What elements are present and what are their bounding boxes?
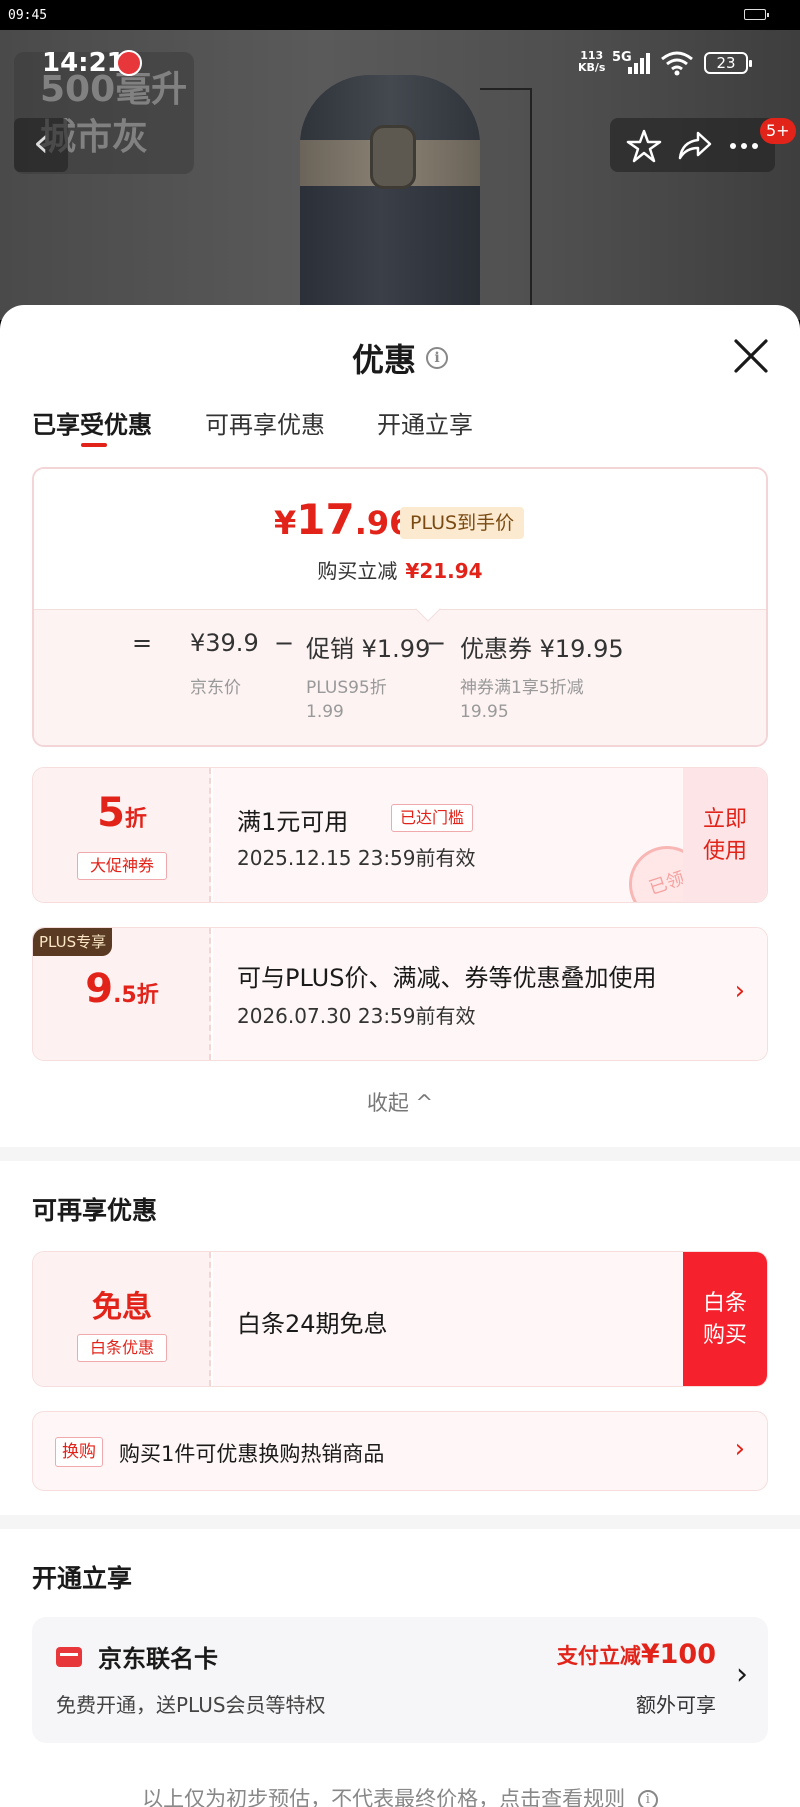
star-icon[interactable]: [624, 126, 664, 166]
back-button[interactable]: ‹: [14, 118, 68, 172]
tab-active-indicator: [81, 443, 107, 447]
cobrand-card-row[interactable]: 京东联名卡 免费开通，送PLUS会员等特权 支付立减¥100 额外可享 ›: [32, 1617, 768, 1743]
baitiao-card[interactable]: 免息 白条优惠 白条24期免息 白条 购买: [32, 1251, 768, 1387]
card-promo: 支付立减¥100: [557, 1639, 716, 1670]
sheet-title: 优惠 i: [0, 335, 800, 381]
price-summary-card: ¥17.96 PLUS到手价 购买立减 ¥21.94 = ¥39.9 京东价 − …: [32, 467, 768, 747]
reduce-label: 购买立减: [317, 559, 398, 583]
discount-sheet: 优惠 i 已享受优惠 可再享优惠 开通立享 ¥17.96 PLUS到手价 购买立减…: [0, 305, 800, 1807]
plus-discount-unit: .5折: [113, 983, 159, 1008]
tab-enjoyed[interactable]: 已享受优惠: [32, 405, 152, 440]
product-action-bar: [610, 118, 775, 172]
plus-coupon-title: 可与PLUS价、满减、券等优惠叠加使用: [237, 964, 657, 992]
section-divider: [0, 1515, 800, 1529]
minus-sign-1: −: [274, 629, 295, 657]
net-speed: 113 KB/s: [578, 50, 605, 74]
coupon-right: [213, 928, 767, 1060]
section-title-more: 可再享优惠: [32, 1196, 158, 1225]
chevron-right-icon: ›: [734, 976, 745, 1006]
baitiao-main: 免息: [92, 1290, 152, 1325]
coupon-discount-value: 5: [97, 790, 125, 836]
exchange-text: 购买1件可优惠换购热销商品: [119, 1442, 385, 1466]
plus-discount: 9.5折: [33, 966, 211, 1012]
list-price-label: 京东价: [190, 678, 241, 698]
footer-note-text: 以上仅为初步预估，不代表最终价格，点击查看规则: [142, 1787, 626, 1807]
plus-price-tag: PLUS到手价: [400, 507, 525, 539]
share-icon[interactable]: [674, 126, 714, 166]
more-icon[interactable]: [724, 126, 764, 166]
sheet-title-text: 优惠: [351, 341, 416, 379]
wifi-icon: [661, 51, 693, 76]
chevron-right-icon: ›: [734, 1434, 745, 1464]
exchange-tag: 换购: [55, 1437, 103, 1467]
equals-sign: =: [132, 629, 153, 657]
coupon-label-value: 19.95: [460, 702, 509, 722]
minus-sign-2: −: [426, 629, 447, 657]
status-time: 14:21: [42, 48, 125, 78]
info-icon[interactable]: i: [426, 347, 448, 369]
outer-time: 09:45: [8, 8, 48, 23]
card-promo-amount: ¥100: [640, 1639, 716, 1670]
chevron-right-icon: ›: [736, 1657, 748, 1692]
buy-reduce: 购买立减 ¥21.94: [34, 555, 766, 584]
plus-coupon-card[interactable]: PLUS专享 9.5折 可与PLUS价、满减、券等优惠叠加使用 2026.07.…: [32, 927, 768, 1061]
promo-price: 促销 ¥1.99: [306, 635, 431, 663]
tab-more-available[interactable]: 可再享优惠: [205, 405, 325, 440]
info-icon[interactable]: i: [637, 1790, 658, 1807]
baitiao-buy-line1: 白条: [702, 1291, 747, 1316]
dimension-line: [480, 88, 532, 308]
final-price: ¥17.96: [274, 495, 411, 544]
price-integer: 17: [296, 495, 355, 544]
baitiao-buy-line2: 购买: [702, 1323, 747, 1348]
baitiao-title: 白条24期免息: [237, 1310, 388, 1338]
list-price: ¥39.9: [190, 629, 259, 657]
promo-label-value: 1.99: [306, 702, 344, 722]
card-description: 免费开通，送PLUS会员等特权: [56, 1693, 326, 1717]
coupon-type-tag: 大促神券: [77, 852, 167, 880]
card-name: 京东联名卡: [98, 1645, 218, 1673]
coupon-validity: 2025.12.15 23:59前有效: [237, 846, 476, 870]
plus-coupon-validity: 2026.07.30 23:59前有效: [237, 1004, 476, 1028]
card-extra: 额外可享: [636, 1693, 716, 1717]
currency-symbol: ¥: [274, 504, 297, 542]
collapse-button[interactable]: 收起 ^: [0, 1087, 800, 1117]
use-now-line1: 立即: [702, 807, 747, 832]
close-icon[interactable]: [730, 335, 772, 377]
tab-activate[interactable]: 开通立享: [377, 405, 473, 440]
battery-level: 23: [716, 54, 736, 72]
summary-top: ¥17.96 PLUS到手价 购买立减 ¥21.94: [34, 469, 766, 609]
plus-exclusive-badge: PLUS专享: [33, 928, 113, 956]
bottle-button: [370, 125, 416, 189]
battery-icon: 23: [704, 52, 752, 74]
net-speed-unit: KB/s: [578, 61, 606, 74]
promo-label-text: PLUS95折: [306, 678, 387, 698]
baitiao-buy-button[interactable]: 白条 购买: [683, 1252, 767, 1386]
reduce-value: ¥21.94: [405, 559, 483, 583]
app-notification-icon: [116, 50, 142, 76]
outer-battery-icon: [744, 9, 769, 20]
signal-icon: [628, 53, 650, 74]
coupon-discount-unit: 折: [124, 807, 147, 832]
coupon-discount: 5折: [33, 790, 211, 836]
section-title-activate: 开通立享: [32, 1564, 133, 1593]
use-now-line2: 使用: [702, 839, 747, 864]
exchange-row[interactable]: 换购 购买1件可优惠换购热销商品 ›: [32, 1411, 768, 1491]
coupon-label: 神券满1享5折减 19.95: [460, 676, 584, 724]
coupon-label-text: 神券满1享5折减: [460, 678, 584, 698]
card-promo-prefix: 支付立减: [556, 1644, 641, 1668]
promo-label: PLUS95折 1.99: [306, 676, 387, 724]
coupon-title: 满1元可用: [237, 808, 349, 836]
footer-note[interactable]: 以上仅为初步预估，不代表最终价格，点击查看规则 i: [0, 1783, 800, 1807]
coupon-card[interactable]: 5折 大促神券 满1元可用 已达门槛 2025.12.15 23:59前有效 已…: [32, 767, 768, 903]
credit-card-icon: [56, 1647, 82, 1667]
message-badge: 5+: [760, 118, 796, 144]
threshold-badge: 已达门槛: [391, 804, 474, 832]
plus-discount-value: 9: [85, 966, 114, 1012]
outer-status-bar: 09:45: [0, 0, 800, 30]
coupon-price: 优惠券 ¥19.95: [460, 635, 624, 663]
use-now-button[interactable]: 立即 使用: [683, 768, 767, 902]
section-divider: [0, 1147, 800, 1161]
baitiao-tag: 白条优惠: [77, 1334, 167, 1362]
